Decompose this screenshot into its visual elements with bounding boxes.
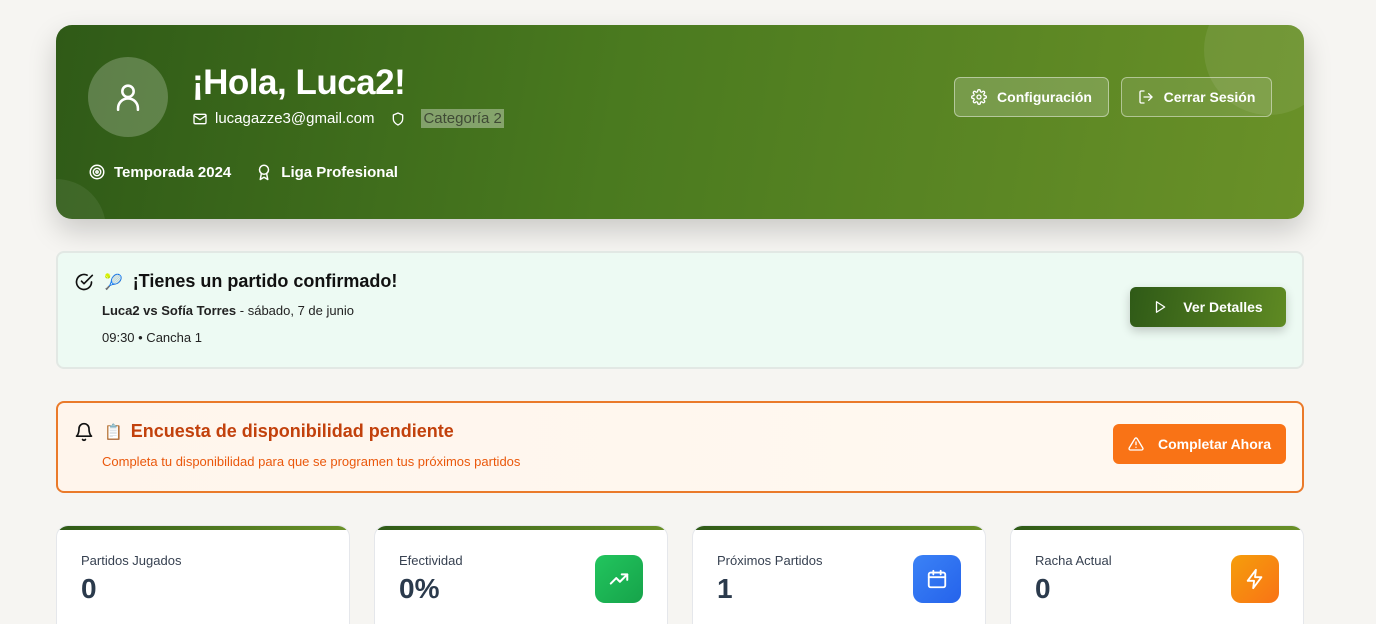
warning-icon xyxy=(1128,437,1144,451)
complete-now-label: Completar Ahora xyxy=(1157,436,1272,452)
season-info: Temporada 2024 Liga Profesional xyxy=(88,163,422,181)
trending-up-icon xyxy=(595,555,643,603)
category-badge: Categoría 2 xyxy=(421,109,504,128)
logout-button[interactable]: Cerrar Sesión xyxy=(1121,77,1272,117)
view-details-button[interactable]: Ver Detalles xyxy=(1130,287,1286,327)
stat-label: Efectividad xyxy=(399,553,463,568)
profile-meta: lucagazze3@gmail.com Categoría 2 xyxy=(192,109,504,128)
stat-label: Racha Actual xyxy=(1035,553,1112,568)
match-players-line: Luca2 vs Sofía Torres - sábado, 7 de jun… xyxy=(102,303,354,318)
bell-icon xyxy=(75,422,93,441)
view-details-label: Ver Detalles xyxy=(1183,299,1263,315)
page-title: ¡Hola, Luca2! xyxy=(192,63,406,102)
stat-value: 0 xyxy=(1035,573,1051,604)
match-title: 🎾 ¡Tienes un partido confirmado! xyxy=(74,271,397,292)
settings-label: Configuración xyxy=(997,89,1092,105)
stat-label: Próximos Partidos xyxy=(717,553,823,568)
target-icon xyxy=(89,164,105,180)
tennis-emoji: 🎾 xyxy=(104,273,123,291)
avatar xyxy=(88,57,168,137)
stat-value: 0% xyxy=(399,573,440,604)
survey-title-text: Encuesta de disponibilidad pendiente xyxy=(130,421,454,441)
stat-card-matches-played: Partidos Jugados 0 xyxy=(56,525,350,624)
clipboard-emoji: 📋 xyxy=(104,423,123,441)
match-date: - sábado, 7 de junio xyxy=(236,303,354,318)
survey-title: 📋 Encuesta de disponibilidad pendiente xyxy=(74,421,454,442)
check-circle-icon xyxy=(75,273,94,290)
mail-icon xyxy=(192,111,208,127)
play-icon xyxy=(1156,301,1166,313)
award-icon xyxy=(259,164,270,181)
stat-label: Partidos Jugados xyxy=(81,553,182,568)
email-text: lucagazze3@gmail.com xyxy=(215,110,375,127)
stat-value: 0 xyxy=(81,573,97,604)
confirmed-match-card: 🎾 ¡Tienes un partido confirmado! Luca2 v… xyxy=(56,251,1304,369)
lightning-icon xyxy=(1231,555,1279,603)
calendar-icon xyxy=(913,555,961,603)
logout-icon xyxy=(1138,90,1153,104)
availability-survey-card: 📋 Encuesta de disponibilidad pendiente C… xyxy=(56,401,1304,493)
league-label: Liga Profesional xyxy=(281,163,398,181)
stat-card-effectiveness: Efectividad 0% xyxy=(374,525,668,624)
user-icon xyxy=(116,84,140,112)
season-tag: Temporada 2024 xyxy=(88,163,231,181)
league-tag: Liga Profesional xyxy=(255,163,398,181)
gear-icon xyxy=(971,89,987,105)
match-players: Luca2 vs Sofía Torres xyxy=(102,303,237,318)
stat-value: 1 xyxy=(717,573,733,604)
survey-subtitle: Completa tu disponibilidad para que se p… xyxy=(102,454,521,469)
stat-card-current-streak: Racha Actual 0 xyxy=(1010,525,1304,624)
settings-button[interactable]: Configuración xyxy=(954,77,1109,117)
match-time-court: 09:30 • Cancha 1 xyxy=(102,330,202,345)
stat-card-upcoming-matches: Próximos Partidos 1 xyxy=(692,525,986,624)
season-label: Temporada 2024 xyxy=(114,163,232,181)
shield-icon xyxy=(390,111,406,127)
logout-label: Cerrar Sesión xyxy=(1163,89,1256,105)
match-title-text: ¡Tienes un partido confirmado! xyxy=(132,271,398,291)
decorative-circle xyxy=(56,179,106,219)
complete-now-button[interactable]: Completar Ahora xyxy=(1113,424,1286,464)
profile-header: ¡Hola, Luca2! lucagazze3@gmail.com Categ… xyxy=(56,25,1304,219)
